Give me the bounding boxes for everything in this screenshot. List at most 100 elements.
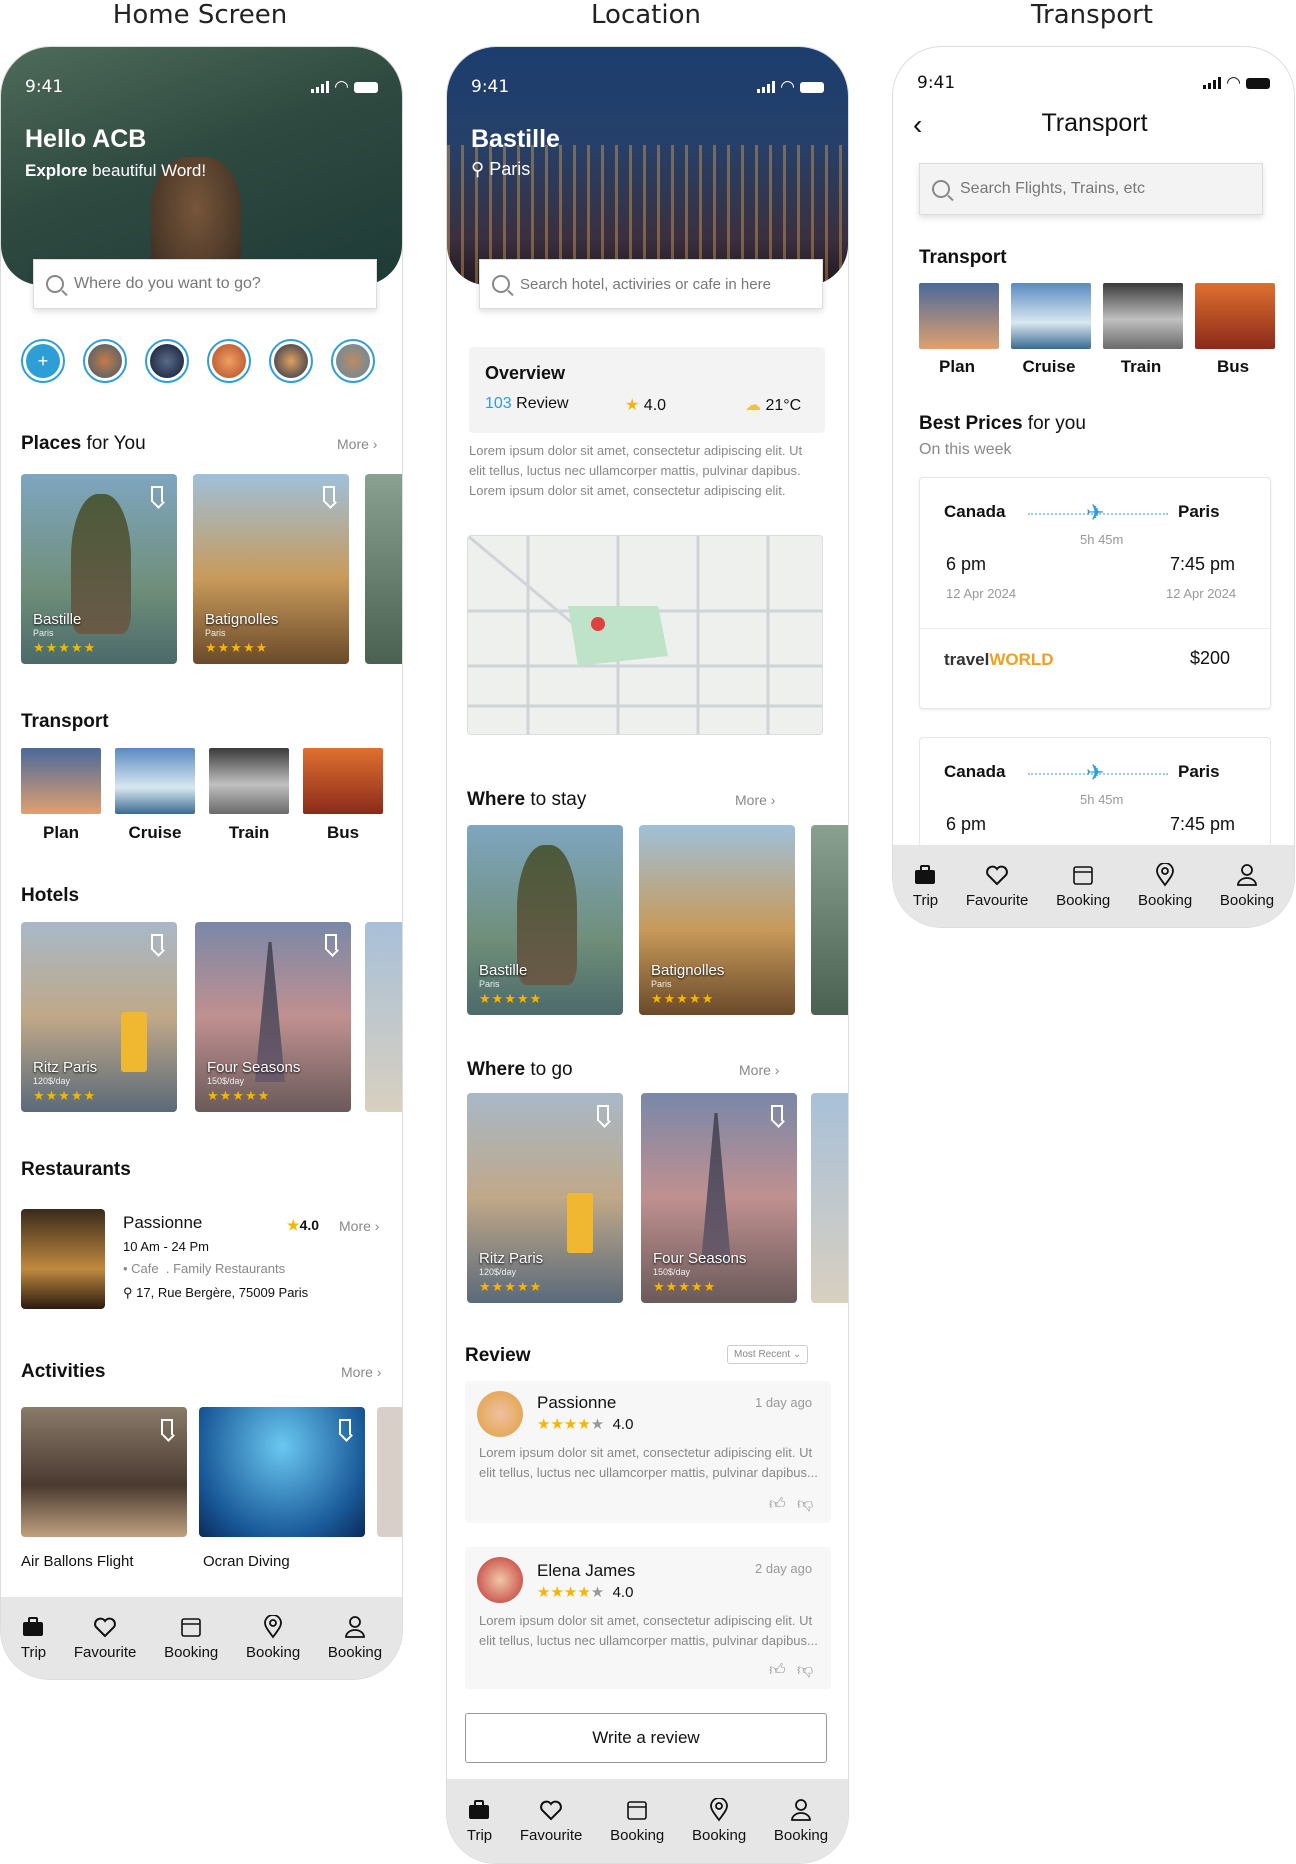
like-icon[interactable]: 👍︎ (769, 1661, 786, 1680)
nav-booking-profile[interactable]: Booking (328, 1615, 382, 1661)
nav-trip[interactable]: Trip (21, 1615, 46, 1661)
go-card[interactable] (811, 1093, 848, 1303)
bookmark-icon[interactable] (161, 1419, 173, 1435)
write-review-button[interactable]: Write a review (465, 1713, 827, 1763)
nav-booking-calendar[interactable]: Booking (610, 1798, 664, 1844)
stay-more-link[interactable]: More › (735, 792, 775, 808)
nav-favourite[interactable]: Favourite (74, 1615, 136, 1661)
go-card[interactable]: Four Seasons 150$/day ★★★★★ (641, 1093, 797, 1303)
story-item[interactable] (207, 339, 251, 383)
plane-icon: ✈ (1086, 760, 1105, 785)
airline-logo: travelWORLD (944, 650, 1054, 669)
bookmark-icon[interactable] (771, 1105, 783, 1121)
place-card[interactable]: Batignolles Paris ★★★★★ (193, 474, 349, 664)
places-more-link[interactable]: More › (337, 436, 377, 452)
activities-more-link[interactable]: More › (341, 1364, 381, 1380)
ticket-card[interactable]: Canada Paris ✈ 5h 45m 6 pm 7:45 pm (919, 737, 1271, 847)
story-item[interactable] (83, 339, 127, 383)
story-item[interactable] (269, 339, 313, 383)
weather-icon: ☁ (745, 397, 761, 414)
bookmark-icon[interactable] (151, 934, 163, 950)
location-pin-icon (707, 1798, 731, 1822)
overview-card: Overview 103 Review ★ 4.0 ☁ 21°C (469, 347, 825, 433)
restaurant-name[interactable]: Passionne (123, 1213, 202, 1233)
hotel-card[interactable]: Ritz Paris 120$/day ★★★★★ (21, 922, 177, 1112)
dislike-icon[interactable]: 👎︎ (797, 1661, 813, 1680)
location-pin-icon: ⚲ (123, 1285, 133, 1300)
search-icon (46, 275, 64, 293)
transport-label-plan: Plan (43, 823, 79, 842)
dislike-icon[interactable]: 👎︎ (797, 1495, 813, 1514)
review-heading: Review (465, 1345, 531, 1366)
nav-favourite[interactable]: Favourite (966, 863, 1028, 909)
nav-trip[interactable]: Trip (467, 1798, 492, 1844)
place-card[interactable]: Bastille Paris ★★★★★ (21, 474, 177, 664)
user-icon (1235, 863, 1259, 887)
bookmark-icon[interactable] (597, 1105, 609, 1121)
star-icon: ★ (287, 1217, 300, 1233)
stay-card[interactable]: Bastille Paris ★★★★★ (467, 825, 623, 1015)
nav-favourite[interactable]: Favourite (520, 1798, 582, 1844)
story-item[interactable] (145, 339, 189, 383)
restaurant-more-link[interactable]: More › (339, 1218, 379, 1234)
status-bar: 9:41 ◠ (471, 77, 824, 97)
location-pin-icon (1153, 863, 1177, 887)
bookmark-icon[interactable] (151, 486, 163, 502)
like-icon[interactable]: 👍︎ (769, 1495, 786, 1514)
transport-label-train: Train (228, 823, 270, 842)
activity-card[interactable] (199, 1407, 365, 1537)
review-card: Elena James 2 day ago ★★★★★ 4.0 Lorem ip… (465, 1547, 831, 1689)
restaurant-image[interactable] (21, 1209, 105, 1309)
hotel-card[interactable]: Four Seasons 150$/day ★★★★★ (195, 922, 351, 1112)
nav-booking-profile[interactable]: Booking (1220, 863, 1274, 909)
place-card[interactable] (365, 474, 402, 664)
search-input[interactable]: Search Flights, Trains, etc (919, 163, 1263, 215)
plan-tile[interactable] (919, 283, 999, 349)
bookmark-icon[interactable] (323, 486, 335, 502)
nav-booking-location[interactable]: Booking (1138, 863, 1192, 909)
stay-card[interactable]: Batignolles Paris ★★★★★ (639, 825, 795, 1015)
activity-card[interactable] (21, 1407, 187, 1537)
cruise-tile[interactable] (115, 748, 195, 814)
restaurant-rating: ★4.0 (287, 1217, 320, 1233)
cruise-tile[interactable] (1011, 283, 1091, 349)
bookmark-icon[interactable] (325, 934, 337, 950)
ticket-card[interactable]: Canada Paris ✈ 5h 45m 6 pm 7:45 pm 12 Ap… (919, 477, 1271, 709)
bookmark-icon[interactable] (339, 1419, 351, 1435)
plan-tile[interactable] (21, 748, 101, 814)
bus-tile[interactable] (303, 748, 383, 814)
wifi-icon: ◠ (1226, 73, 1241, 93)
transport-heading: Transport (21, 711, 109, 732)
nav-booking-profile[interactable]: Booking (774, 1798, 828, 1844)
go-card[interactable]: Ritz Paris 120$/day ★★★★★ (467, 1093, 623, 1303)
map[interactable] (467, 535, 823, 735)
hotel-card[interactable] (365, 922, 402, 1112)
sort-dropdown[interactable]: Most Recent ⌄ (727, 1345, 809, 1364)
location-subtitle: ⚲ Paris (471, 159, 531, 179)
go-more-link[interactable]: More › (739, 1062, 779, 1078)
heart-icon (539, 1798, 563, 1822)
title-home-screen: Home Screen (112, 0, 288, 30)
nav-booking-calendar[interactable]: Booking (1056, 863, 1110, 909)
nav-trip[interactable]: Trip (913, 863, 938, 909)
title-transport: Transport (1030, 0, 1153, 30)
story-item[interactable] (331, 339, 375, 383)
story-add[interactable]: + (21, 339, 65, 383)
train-tile[interactable] (1103, 283, 1183, 349)
nav-booking-calendar[interactable]: Booking (164, 1615, 218, 1661)
location-pin-icon: ⚲ (471, 159, 485, 179)
activity-card[interactable] (377, 1407, 402, 1537)
train-tile[interactable] (209, 748, 289, 814)
avatar (477, 1391, 523, 1437)
activity-label: Ocran Diving (203, 1553, 290, 1570)
page-title: Transport (1041, 109, 1148, 137)
search-input[interactable]: Search hotel, activiries or cafe in here (479, 259, 823, 309)
stay-card[interactable] (811, 825, 848, 1015)
nav-booking-location[interactable]: Booking (692, 1798, 746, 1844)
search-icon (492, 275, 510, 293)
bottom-nav: Trip Favourite Booking Booking Booking (1, 1597, 402, 1679)
nav-booking-location[interactable]: Booking (246, 1615, 300, 1661)
bus-tile[interactable] (1195, 283, 1275, 349)
search-input[interactable]: Where do you want to go? (33, 259, 377, 309)
activities-heading: Activities (21, 1361, 106, 1382)
